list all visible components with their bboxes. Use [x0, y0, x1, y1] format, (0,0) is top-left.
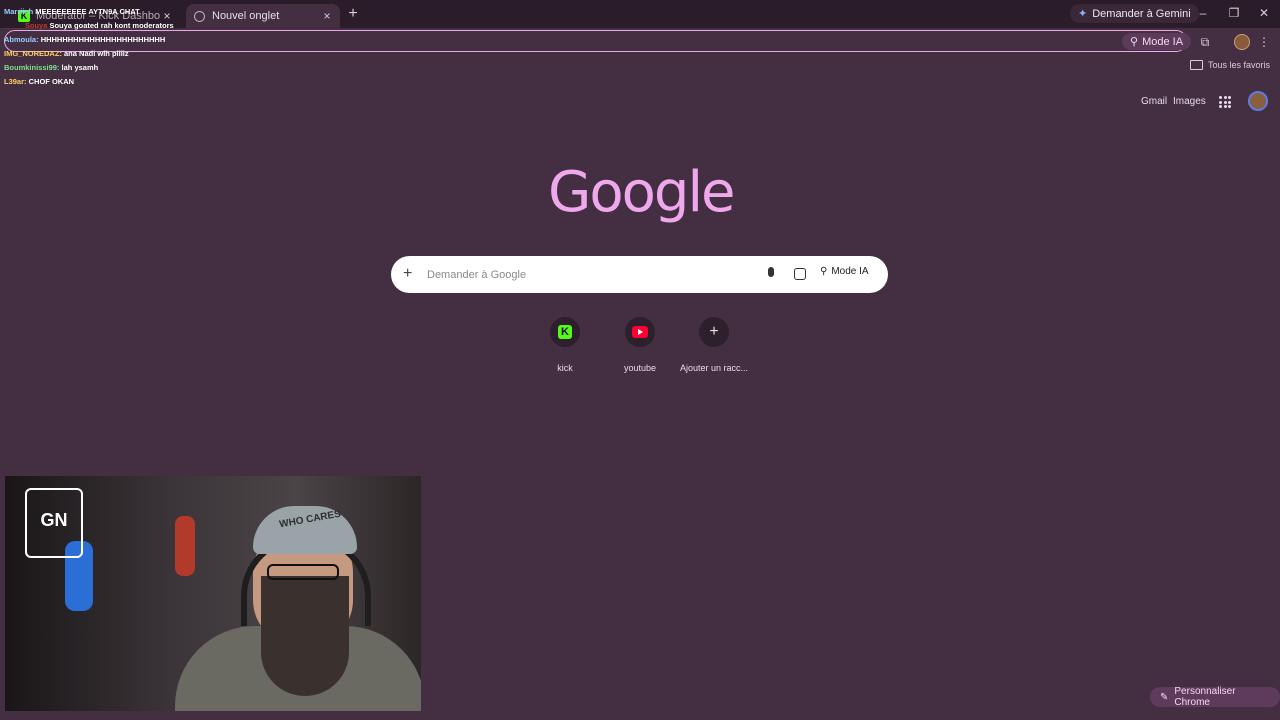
folder-icon	[1189, 60, 1203, 70]
search-box: + ⚲ Mode IA	[391, 256, 888, 293]
ask-gemini-label: Demander à Gemini	[1092, 7, 1191, 20]
images-link[interactable]: Images	[1173, 96, 1206, 107]
shortcut-label: Ajouter un racc...	[679, 363, 749, 373]
tab-close-icon[interactable]: ×	[320, 9, 334, 23]
restore-button[interactable]: ❐	[1224, 6, 1244, 20]
shortcut-icon-container: K	[550, 317, 580, 347]
ai-search-icon: ⚲	[820, 266, 828, 277]
tab-strip: K Moderator – Kick Dashboard × Nouvel on…	[0, 0, 1280, 28]
chat-message: _____Souya Souya goated rah kont moderat…	[4, 19, 174, 33]
customize-chrome-label: Personnaliser Chrome	[1174, 686, 1236, 708]
add-attachment-icon[interactable]: +	[403, 265, 412, 283]
kick-icon: K	[558, 325, 572, 339]
gmail-link[interactable]: Gmail	[1141, 96, 1167, 107]
shortcut-icon-container	[625, 317, 655, 347]
toolbar: ⚲ Mode IA ⧉ ⋮	[0, 28, 1280, 56]
stream-chat-overlay: Marriich MEEEEEEEEE AYTN9A CHAT _____Souy…	[4, 5, 174, 89]
webcam-overlay: GN WHO CARES	[5, 476, 421, 711]
chat-username: Marriich	[4, 7, 34, 16]
ask-gemini-button[interactable]: ✦ Demander à Gemini	[1070, 4, 1199, 23]
google-logo: Google	[548, 160, 735, 225]
figurine	[175, 516, 195, 576]
microphone-icon[interactable]	[768, 267, 774, 277]
chat-text: CHOF OKAN	[28, 77, 75, 86]
puzzle-icon[interactable]: ⧉	[1197, 35, 1213, 50]
google-apps-icon[interactable]	[1219, 96, 1231, 108]
mode-ia-label: Mode IA	[831, 266, 869, 277]
shortcut-label: youtube	[623, 363, 657, 373]
minimize-button[interactable]: –	[1193, 6, 1213, 20]
chat-message: IMG_NOREDAZ: ana Nadi wlh pliiiz	[4, 47, 174, 61]
profile-avatar[interactable]	[1234, 34, 1250, 50]
address-bar[interactable]	[4, 30, 1187, 52]
chat-username: Abmoula:	[4, 35, 39, 44]
chat-message: Marriich MEEEEEEEEE AYTN9A CHAT	[4, 5, 174, 19]
pencil-icon: ✎	[1160, 691, 1169, 703]
chat-text: lah ysamh	[61, 63, 99, 72]
search-mode-ia-button[interactable]: ⚲ Mode IA	[820, 266, 869, 277]
shortcut-icon-container: +	[699, 317, 729, 347]
tab-title: Nouvel onglet	[212, 10, 280, 22]
gemini-spark-icon: ✦	[1078, 8, 1088, 20]
customize-chrome-button[interactable]: ✎ Personnaliser Chrome	[1150, 686, 1280, 708]
chat-message: Boumkinissi99: lah ysamh	[4, 61, 174, 75]
chat-text: MEEEEEEEEE AYTN9A CHAT	[35, 7, 140, 16]
tab-new-tab[interactable]: Nouvel onglet ×	[186, 4, 340, 28]
streamer-logo: GN	[25, 488, 83, 558]
chat-text: HHHHHHHHHHHHHHHHHHHHHHH	[40, 35, 166, 44]
menu-icon[interactable]: ⋮	[1256, 35, 1272, 49]
glasses	[267, 564, 339, 580]
chat-username: L39ar:	[4, 77, 27, 86]
chat-text: ana Nadi wlh pliiiz	[64, 49, 129, 58]
chat-message: Abmoula: HHHHHHHHHHHHHHHHHHHHHHH	[4, 33, 174, 47]
shortcut-add[interactable]: + Ajouter un racc...	[677, 317, 751, 373]
account-avatar[interactable]	[1248, 91, 1268, 111]
chrome-favicon-icon	[194, 10, 205, 22]
close-window-button[interactable]: ✕	[1254, 6, 1274, 20]
ai-search-icon: ⚲	[1130, 36, 1139, 48]
chat-username: IMG_NOREDAZ:	[4, 49, 62, 58]
plus-icon: +	[709, 323, 719, 340]
shortcut-kick[interactable]: K kick	[528, 317, 602, 373]
chat-username: Boumkinissi99:	[4, 63, 60, 72]
new-tab-button[interactable]: +	[346, 5, 360, 23]
mode-ia-label: Mode IA	[1142, 35, 1184, 48]
omnibox-mode-ia-button[interactable]: ⚲ Mode IA	[1122, 33, 1192, 50]
chat-username: _____Souya	[4, 21, 48, 30]
youtube-icon	[632, 326, 648, 338]
chat-text: Souya goated rah kont moderators	[49, 21, 174, 30]
all-bookmarks-button[interactable]: Tous les favoris	[1189, 60, 1270, 70]
all-bookmarks-label: Tous les favoris	[1207, 60, 1270, 70]
google-lens-icon[interactable]	[794, 268, 806, 280]
chat-message: L39ar: CHOF OKAN	[4, 75, 174, 89]
shortcut-label: kick	[557, 363, 573, 373]
shortcut-youtube[interactable]: youtube	[603, 317, 677, 373]
search-input[interactable]	[425, 265, 759, 285]
